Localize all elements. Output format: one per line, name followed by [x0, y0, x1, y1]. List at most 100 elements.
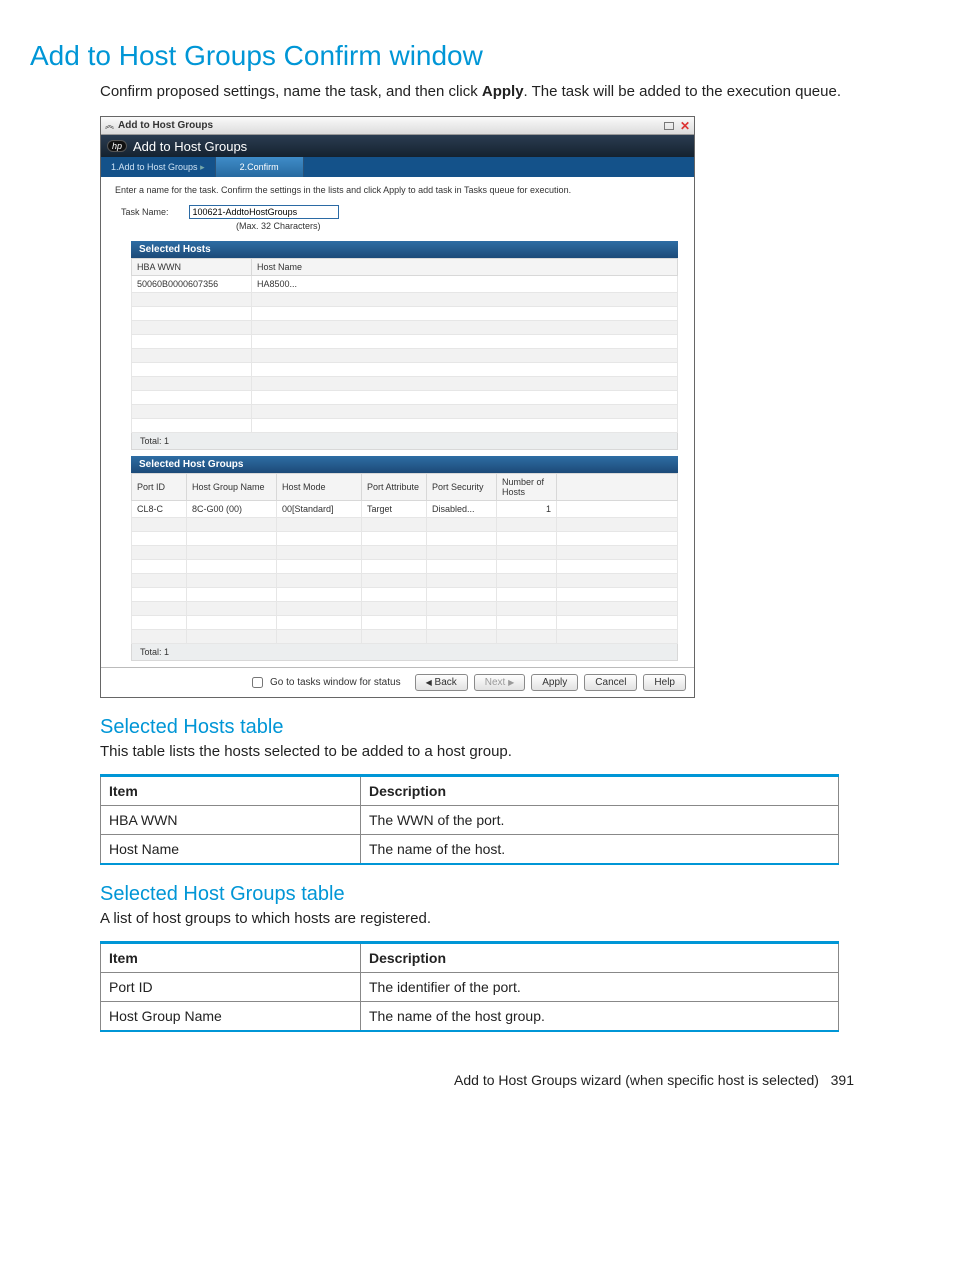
help-button[interactable]: Help	[643, 674, 686, 691]
table-row	[132, 602, 678, 616]
table-row	[132, 546, 678, 560]
cell: The name of the host group.	[361, 1002, 839, 1032]
selected-host-groups-total: Total: 1	[131, 644, 678, 661]
table-row	[132, 630, 678, 644]
col-port-attribute[interactable]: Port Attribute	[362, 474, 427, 501]
selected-host-groups-panel: Selected Host Groups Port ID Host Group …	[131, 456, 678, 661]
selected-hosts-doc-table: Item Description HBA WWN The WWN of the …	[100, 774, 839, 865]
section-selected-host-groups-title: Selected Host Groups table	[100, 883, 924, 906]
go-to-tasks-checkbox[interactable]: Go to tasks window for status	[248, 674, 401, 691]
cell: Host Name	[101, 835, 361, 865]
cell: HBA WWN	[101, 806, 361, 835]
intro-post: . The task will be added to the executio…	[524, 83, 841, 100]
go-to-tasks-label: Go to tasks window for status	[270, 677, 401, 688]
cell: The name of the host.	[361, 835, 839, 865]
chevron-right-icon: ▸	[200, 162, 205, 173]
table-row	[132, 532, 678, 546]
cell: 00[Standard]	[277, 501, 362, 518]
col-description: Description	[361, 943, 839, 973]
table-header-row: Item Description	[101, 776, 839, 806]
cell: The identifier of the port.	[361, 973, 839, 1002]
table-header-row: Item Description	[101, 943, 839, 973]
next-button: Next ▶	[474, 674, 526, 691]
table-row: Port ID The identifier of the port.	[101, 973, 839, 1002]
selected-host-groups-header: Selected Host Groups	[131, 456, 678, 473]
triangle-right-icon: ▶	[508, 678, 514, 687]
hp-logo-icon: hp	[107, 140, 127, 152]
table-row	[132, 377, 678, 391]
close-icon[interactable]: ✕	[680, 120, 690, 132]
wizard-steps: 1.Add to Host Groups ▸ 2.Confirm	[101, 157, 694, 177]
selected-hosts-table: HBA WWN Host Name 50060B0000607356 HA850…	[131, 258, 678, 433]
table-row	[132, 574, 678, 588]
table-row	[132, 391, 678, 405]
table-header-row: HBA WWN Host Name	[132, 259, 678, 276]
task-name-input[interactable]	[189, 205, 339, 219]
apply-button[interactable]: Apply	[531, 674, 578, 691]
cell: The WWN of the port.	[361, 806, 839, 835]
cell: Host Group Name	[101, 1002, 361, 1032]
col-hba-wwn[interactable]: HBA WWN	[132, 259, 252, 276]
col-port-id[interactable]: Port ID	[132, 474, 187, 501]
go-to-tasks-input[interactable]	[252, 677, 263, 688]
cancel-button[interactable]: Cancel	[584, 674, 637, 691]
col-port-security[interactable]: Port Security	[427, 474, 497, 501]
col-item: Item	[101, 776, 361, 806]
selected-hosts-header: Selected Hosts	[131, 241, 678, 258]
table-header-row: Port ID Host Group Name Host Mode Port A…	[132, 474, 678, 501]
dialog-title: Add to Host Groups	[133, 139, 247, 154]
back-button[interactable]: ◀ Back	[415, 674, 468, 691]
window-titlebar: ︽ Add to Host Groups ✕	[101, 117, 694, 135]
section-selected-host-groups-desc: A list of host groups to which hosts are…	[100, 910, 924, 927]
col-description: Description	[361, 776, 839, 806]
page-footer: Add to Host Groups wizard (when specific…	[30, 1072, 854, 1088]
col-host-group-name[interactable]: Host Group Name	[187, 474, 277, 501]
section-selected-hosts-title: Selected Hosts table	[100, 716, 924, 739]
selected-hosts-panel: Selected Hosts HBA WWN Host Name 50060B0…	[131, 241, 678, 450]
step-2: 2.Confirm	[215, 157, 304, 177]
table-row	[132, 419, 678, 433]
col-host-name[interactable]: Host Name	[252, 259, 678, 276]
task-name-label: Task Name:	[121, 207, 169, 217]
selected-hosts-total: Total: 1	[131, 433, 678, 450]
cell: 50060B0000607356	[132, 276, 252, 293]
cell: Port ID	[101, 973, 361, 1002]
window-title: Add to Host Groups	[118, 120, 213, 131]
selected-host-groups-doc-table: Item Description Port ID The identifier …	[100, 941, 839, 1032]
col-number-of-hosts[interactable]: Number of Hosts	[497, 474, 557, 501]
intro-text: Confirm proposed settings, name the task…	[100, 82, 924, 102]
table-row	[132, 321, 678, 335]
table-row: Host Name The name of the host.	[101, 835, 839, 865]
cell: Disabled...	[427, 501, 497, 518]
table-row[interactable]: CL8-C 8C-G00 (00) 00[Standard] Target Di…	[132, 501, 678, 518]
table-row: HBA WWN The WWN of the port.	[101, 806, 839, 835]
cell: HA8500...	[252, 276, 678, 293]
table-row	[132, 349, 678, 363]
cell: CL8-C	[132, 501, 187, 518]
col-host-mode[interactable]: Host Mode	[277, 474, 362, 501]
dialog-header: hp Add to Host Groups	[101, 135, 694, 157]
table-row	[132, 307, 678, 321]
footer-text: Add to Host Groups wizard (when specific…	[454, 1072, 819, 1088]
table-row: Host Group Name The name of the host gro…	[101, 1002, 839, 1032]
intro-pre: Confirm proposed settings, name the task…	[100, 83, 482, 100]
col-item: Item	[101, 943, 361, 973]
intro-bold: Apply	[482, 83, 524, 100]
cell: 1	[497, 501, 557, 518]
page-number: 391	[831, 1072, 854, 1088]
selected-host-groups-table: Port ID Host Group Name Host Mode Port A…	[131, 473, 678, 644]
dialog-window: ︽ Add to Host Groups ✕ hp Add to Host Gr…	[100, 116, 695, 698]
table-row	[132, 588, 678, 602]
cell: Target	[362, 501, 427, 518]
instruction-text: Enter a name for the task. Confirm the s…	[101, 177, 694, 201]
restore-icon[interactable]	[664, 122, 674, 130]
collapse-icon[interactable]: ︽	[105, 121, 114, 130]
table-row	[132, 335, 678, 349]
table-row	[132, 293, 678, 307]
step-1[interactable]: 1.Add to Host Groups ▸	[101, 157, 215, 177]
table-row	[132, 616, 678, 630]
table-row	[132, 518, 678, 532]
table-row	[132, 363, 678, 377]
table-row[interactable]: 50060B0000607356 HA8500...	[132, 276, 678, 293]
task-name-hint: (Max. 32 Characters)	[101, 221, 694, 241]
